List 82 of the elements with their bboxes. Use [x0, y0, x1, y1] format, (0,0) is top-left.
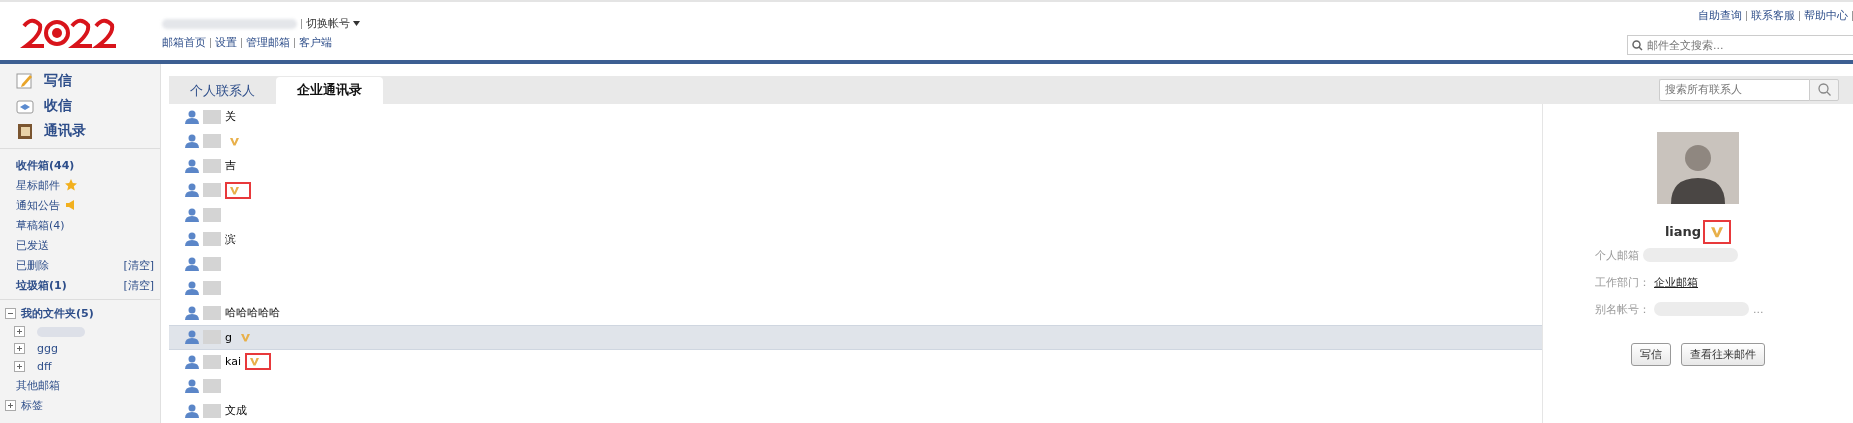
redacted-name	[203, 379, 221, 394]
action-button[interactable]: 查看往来邮件	[1681, 342, 1765, 366]
folder-item[interactable]: dff	[37, 360, 52, 373]
folder-group[interactable]: 标签	[21, 398, 43, 413]
search-button[interactable]	[1809, 78, 1839, 101]
pencil-icon	[16, 72, 34, 90]
switch-account-link[interactable]: 切换帐号	[306, 16, 360, 31]
action-button[interactable]: 写信	[1631, 342, 1671, 366]
contact-row[interactable]: 滨	[169, 227, 1542, 252]
tab[interactable]: 企业通讯录	[276, 76, 383, 104]
search-icon	[1632, 40, 1643, 51]
folder-item[interactable]: 已发送	[16, 237, 154, 253]
person-icon	[185, 354, 199, 369]
contact-name: 文成	[225, 403, 247, 419]
top-link[interactable]: 自助查询	[1698, 8, 1742, 23]
folder-item[interactable]: 通知公告	[16, 197, 154, 213]
redacted-name	[203, 183, 221, 198]
top-link[interactable]: 帮助中心	[1804, 8, 1848, 23]
sidebar-action[interactable]: 通讯录	[16, 122, 160, 140]
nav-link[interactable]: 设置	[215, 35, 237, 50]
folder-item[interactable]: 草稿箱(4)	[16, 217, 154, 233]
speaker-icon	[65, 199, 77, 211]
redacted-name	[203, 158, 221, 173]
field-label: 个人邮箱	[1595, 247, 1639, 263]
expand-icon[interactable]	[5, 400, 16, 411]
collapse-icon[interactable]	[5, 308, 16, 319]
star-icon	[65, 179, 77, 191]
redacted-name	[203, 305, 221, 320]
nav-link[interactable]: 管理邮箱	[246, 35, 290, 50]
redacted-name	[203, 232, 221, 247]
redacted-name	[203, 256, 221, 271]
contact-name: 滨	[225, 231, 236, 247]
redacted-name	[203, 207, 221, 222]
folder-item[interactable]: 已删除 [清空]	[16, 257, 154, 273]
contact-search-field[interactable]: 搜索所有联系人	[1659, 78, 1809, 101]
nav-link[interactable]: 客户端	[299, 35, 332, 50]
person-icon	[185, 134, 199, 149]
envelope-icon	[16, 97, 34, 115]
redacted-name	[203, 109, 221, 124]
avatar-icon	[1657, 131, 1739, 204]
field-value: ...	[1753, 302, 1764, 316]
address-book-icon	[16, 122, 34, 140]
folder-item[interactable]: 星标邮件	[16, 177, 154, 193]
contact-name: 吉	[225, 158, 236, 174]
redacted-name	[203, 403, 221, 418]
folder-item[interactable]: ggg	[37, 342, 58, 355]
contact-row[interactable]: 文成	[169, 398, 1542, 423]
field-value: 企业邮箱	[1654, 274, 1698, 290]
folder-item[interactable]: 垃圾箱(1) [清空]	[16, 277, 154, 293]
contact-name: 哈哈哈哈哈	[225, 305, 280, 321]
contact-name: liang	[1664, 224, 1702, 239]
expand-icon[interactable]	[14, 361, 25, 372]
expand-icon[interactable]	[14, 326, 25, 337]
contact-name: kai	[225, 355, 241, 369]
field-label: 别名帐号：	[1595, 301, 1650, 317]
empty-folder-link[interactable]: [清空]	[123, 257, 154, 273]
person-icon	[185, 330, 199, 345]
search-icon	[1817, 83, 1831, 97]
caret-icon	[353, 21, 360, 26]
mail-search-field[interactable]: 邮件全文搜索...	[1627, 35, 1853, 55]
redacted-name	[203, 354, 221, 369]
folder-group[interactable]: 我的文件夹(5)	[21, 306, 94, 321]
empty-folder-link[interactable]: [清空]	[123, 277, 154, 293]
contact-name: 关	[225, 109, 236, 125]
top-link[interactable]: 联系客服	[1751, 8, 1795, 23]
other-mailboxes-link[interactable]: 其他邮箱	[5, 378, 160, 393]
field-label: 工作部门：	[1595, 274, 1650, 290]
redacted-name	[203, 281, 221, 296]
contact-row[interactable]: 吉	[169, 153, 1542, 178]
nav-link[interactable]: 邮箱首页	[162, 35, 206, 50]
sidebar-action[interactable]: 写信	[16, 72, 160, 90]
person-icon	[185, 183, 199, 198]
contact-row[interactable]: kai	[169, 349, 1542, 374]
contact-row[interactable]: 关	[169, 104, 1542, 129]
redacted-name	[203, 134, 221, 149]
expand-icon[interactable]	[14, 343, 25, 354]
contact-row[interactable]: g	[169, 325, 1542, 350]
contact-row[interactable]: 哈哈哈哈哈	[169, 300, 1542, 325]
tab[interactable]: 个人联系人	[169, 77, 276, 104]
contact-name: g	[225, 330, 232, 344]
folder-item[interactable]: 收件箱(44)	[16, 157, 154, 173]
sidebar-action[interactable]: 收信	[16, 97, 160, 115]
